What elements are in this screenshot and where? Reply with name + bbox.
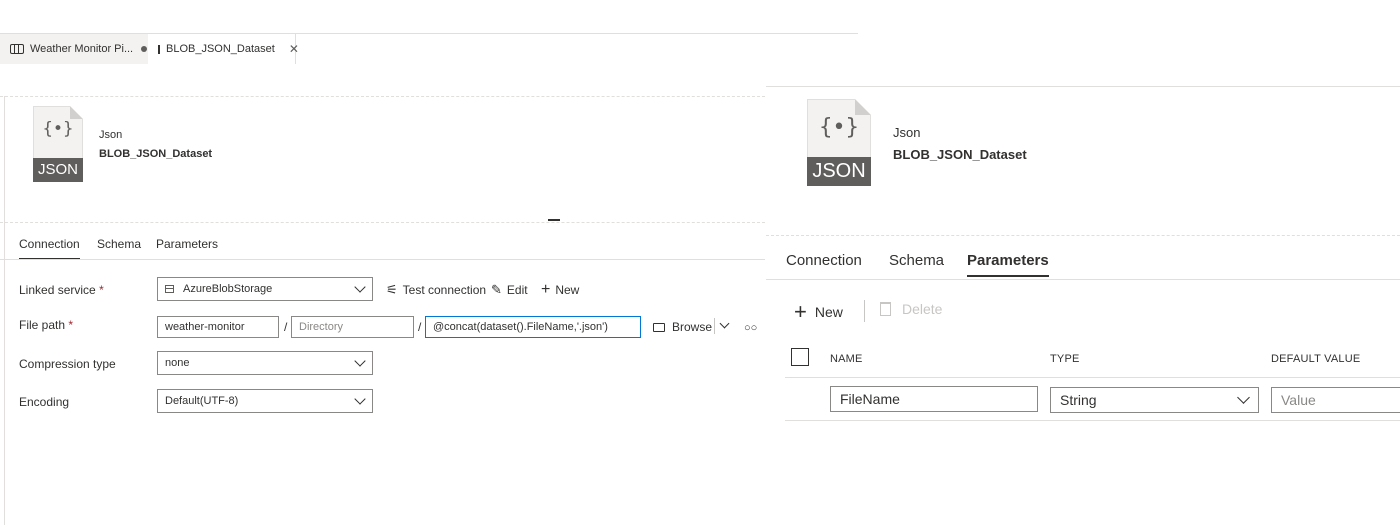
divider: [785, 377, 1400, 378]
unsaved-indicator: [141, 46, 148, 52]
preview-glasses-icon[interactable]: ○○: [744, 322, 757, 334]
column-header-name: NAME: [830, 353, 863, 365]
pencil-icon: ✎: [491, 282, 502, 297]
parameter-name-input[interactable]: FileName: [830, 386, 1038, 412]
container-input[interactable]: weather-monitor: [157, 316, 279, 338]
tab-parameters[interactable]: Parameters: [967, 252, 1049, 277]
chevron-down-icon: [354, 355, 366, 367]
tab-label: Weather Monitor Pi...: [30, 43, 134, 55]
divider: [714, 318, 715, 334]
storage-icon: [165, 285, 174, 293]
divider: [766, 279, 1400, 280]
divider: [0, 222, 765, 223]
dataset-type: Json: [893, 125, 921, 140]
document-tab-bar: Weather Monitor Pi... BLOB_JSON_Dataset …: [0, 33, 858, 64]
parameter-default-value-input[interactable]: Value: [1271, 387, 1400, 413]
chevron-down-icon: [354, 393, 366, 405]
minimize-icon[interactable]: [548, 219, 560, 221]
plug-icon: ⚟: [386, 282, 398, 297]
tab-connection[interactable]: Connection: [19, 237, 80, 260]
tab-weather-monitor-pipeline[interactable]: Weather Monitor Pi...: [0, 34, 148, 64]
column-header-type: TYPE: [1050, 353, 1080, 365]
plus-icon: +: [541, 281, 551, 298]
tab-label: BLOB_JSON_Dataset: [166, 43, 275, 55]
select-all-checkbox[interactable]: [791, 348, 809, 366]
directory-input[interactable]: Directory: [291, 316, 414, 338]
tab-blob-json-dataset[interactable]: BLOB_JSON_Dataset ✕: [148, 34, 299, 64]
divider: [864, 300, 865, 322]
tab-schema[interactable]: Schema: [97, 237, 141, 251]
json-file-icon: {•} JSON: [807, 99, 871, 186]
divider: [766, 86, 1400, 87]
new-parameter-button[interactable]: + New: [794, 299, 843, 325]
left-properties-tabs: Connection Schema Parameters: [0, 228, 765, 260]
test-connection-button[interactable]: ⚟ Test connection: [386, 282, 486, 298]
dataset-name: BLOB_JSON_Dataset: [99, 148, 213, 160]
file-name-input[interactable]: @concat(dataset().FileName,'.json'): [425, 316, 641, 338]
dataset-type: Json: [99, 129, 123, 141]
table-icon: [158, 44, 160, 54]
linked-service-dropdown[interactable]: AzureBlobStorage: [157, 277, 373, 301]
vertical-divider: [4, 96, 5, 525]
linked-service-label: Linked service *: [19, 283, 104, 297]
plus-icon: +: [794, 299, 807, 324]
delete-parameter-button[interactable]: Delete: [880, 301, 942, 317]
folder-icon: [653, 322, 665, 332]
divider: [0, 259, 765, 260]
chevron-down-icon[interactable]: [719, 318, 730, 329]
dataset-name: BLOB_JSON_Dataset: [893, 147, 1027, 162]
path-separator: /: [284, 320, 288, 334]
close-icon[interactable]: ✕: [289, 42, 299, 56]
divider: [785, 420, 1400, 421]
edit-button[interactable]: ✎ Edit: [491, 282, 528, 298]
compression-type-dropdown[interactable]: none: [157, 351, 373, 375]
divider: [766, 235, 1400, 236]
tab-connection[interactable]: Connection: [786, 252, 862, 269]
chevron-down-icon: [354, 281, 366, 293]
column-header-default-value: DEFAULT VALUE: [1271, 353, 1361, 365]
encoding-label: Encoding: [19, 395, 70, 409]
json-file-icon: {•} JSON: [33, 106, 83, 182]
new-linked-service-button[interactable]: + New: [541, 281, 579, 299]
file-path-label: File path *: [19, 318, 74, 332]
divider: [0, 96, 765, 97]
tab-schema[interactable]: Schema: [889, 252, 944, 269]
trash-icon: [880, 302, 891, 316]
path-separator: /: [418, 320, 422, 334]
encoding-dropdown[interactable]: Default(UTF-8): [157, 389, 373, 413]
browse-button[interactable]: Browse: [653, 320, 712, 334]
compression-type-label: Compression type: [19, 357, 116, 371]
pipeline-icon: [10, 44, 24, 54]
chevron-down-icon: [1237, 391, 1250, 404]
parameter-type-dropdown[interactable]: String: [1050, 387, 1259, 413]
tab-parameters[interactable]: Parameters: [156, 237, 218, 251]
